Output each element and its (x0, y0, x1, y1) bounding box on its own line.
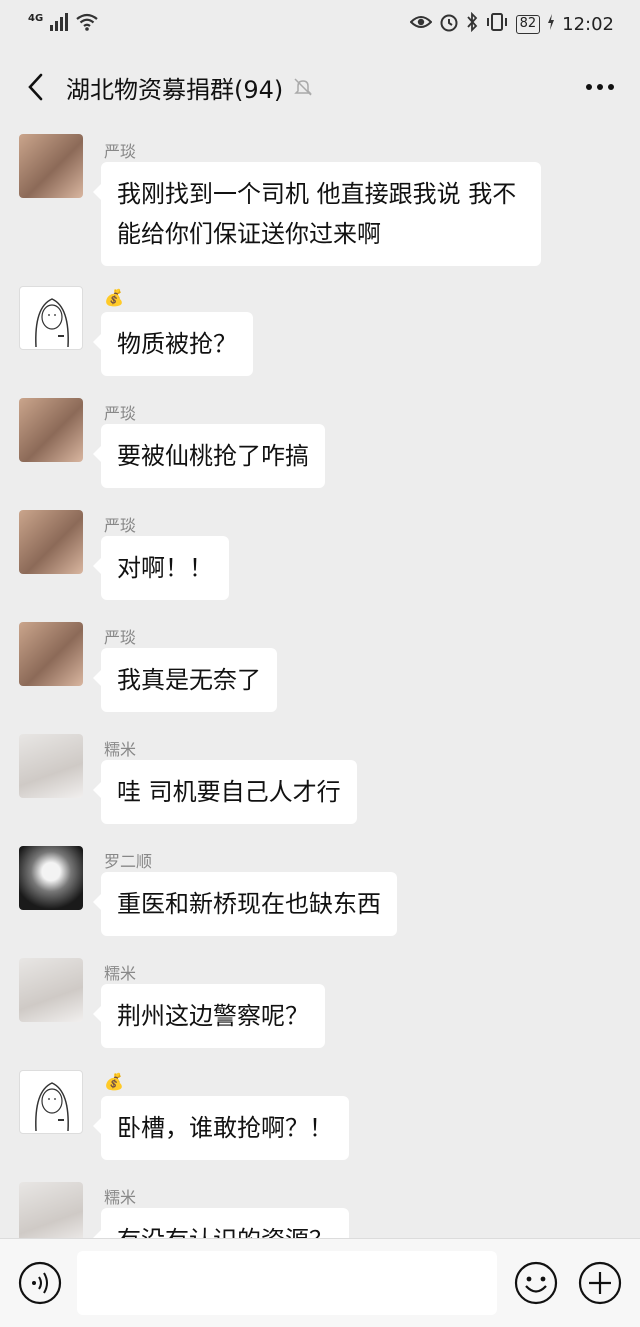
title-bar: 湖北物资募捐群(94) (0, 48, 640, 126)
message-bubble[interactable]: 我刚找到一个司机 他直接跟我说 我不能给你们保证送你过来啊 (93, 162, 541, 266)
sender-name: 严琰 (104, 404, 137, 423)
avatar[interactable] (19, 622, 83, 686)
avatar[interactable] (19, 1070, 83, 1134)
charging-icon (547, 13, 555, 35)
sender-name: 严琰 (104, 628, 137, 647)
wifi-icon (75, 13, 99, 36)
avatar[interactable] (19, 510, 83, 574)
message-bubble[interactable]: 荆州这边警察呢？ (93, 984, 325, 1048)
mute-bell-icon (293, 76, 315, 98)
avatar[interactable] (19, 398, 83, 462)
avatar[interactable] (19, 734, 83, 798)
avatar[interactable] (19, 134, 83, 198)
sender-name: 糯米 (104, 1188, 137, 1207)
message-bubble[interactable]: 哇 司机要自己人才行 (93, 760, 357, 824)
battery-level: 82 (515, 14, 541, 34)
network-type: 4G (28, 12, 44, 24)
signal-icon (49, 12, 69, 36)
sender-name: 💰 (104, 288, 124, 307)
emoji-icon[interactable] (513, 1260, 559, 1306)
message-input[interactable] (76, 1251, 498, 1315)
sender-name: 严琰 (104, 142, 137, 161)
avatar[interactable] (19, 1182, 83, 1238)
message-bubble[interactable]: 物质被抢？ (93, 312, 253, 376)
more-icon[interactable] (580, 67, 620, 107)
message-bubble[interactable]: 要被仙桃抢了咋搞 (93, 424, 325, 488)
sender-name: 💰 (104, 1072, 124, 1091)
back-icon[interactable] (20, 67, 50, 107)
alarm-icon (439, 12, 459, 37)
sender-name: 严琰 (104, 516, 137, 535)
message-bubble[interactable]: 我真是无奈了 (93, 648, 277, 712)
status-right: 82 12:02 (409, 11, 614, 37)
clock-time: 12:02 (562, 13, 614, 35)
bluetooth-icon (466, 11, 478, 37)
status-left: 4G (28, 12, 99, 36)
sender-name: 糯米 (104, 964, 137, 983)
sender-name: 罗二顺 (104, 852, 153, 871)
status-bar: 4G 82 12:02 (0, 0, 640, 48)
chat-title: 湖北物资募捐群(94) (66, 75, 284, 104)
composer-bar (0, 1238, 640, 1327)
plus-icon[interactable] (577, 1260, 623, 1306)
message-bubble[interactable]: 卧槽，谁敢抢啊？！ (93, 1096, 349, 1160)
avatar[interactable] (19, 286, 83, 350)
sender-name: 糯米 (104, 740, 137, 759)
avatar[interactable] (19, 846, 83, 910)
message-bubble[interactable]: 有没有认识的资源？ (93, 1208, 349, 1238)
message-bubble[interactable]: 对啊！！ (93, 536, 229, 600)
message-bubble[interactable]: 重医和新桥现在也缺东西 (93, 872, 397, 936)
vibrate-icon (485, 12, 509, 37)
avatar[interactable] (19, 958, 83, 1022)
chat-area[interactable]: 严琰 我刚找到一个司机 他直接跟我说 我不能给你们保证送你过来啊 💰 物质被抢？… (0, 126, 640, 1238)
voice-icon[interactable] (17, 1260, 63, 1306)
eye-icon (409, 14, 432, 35)
